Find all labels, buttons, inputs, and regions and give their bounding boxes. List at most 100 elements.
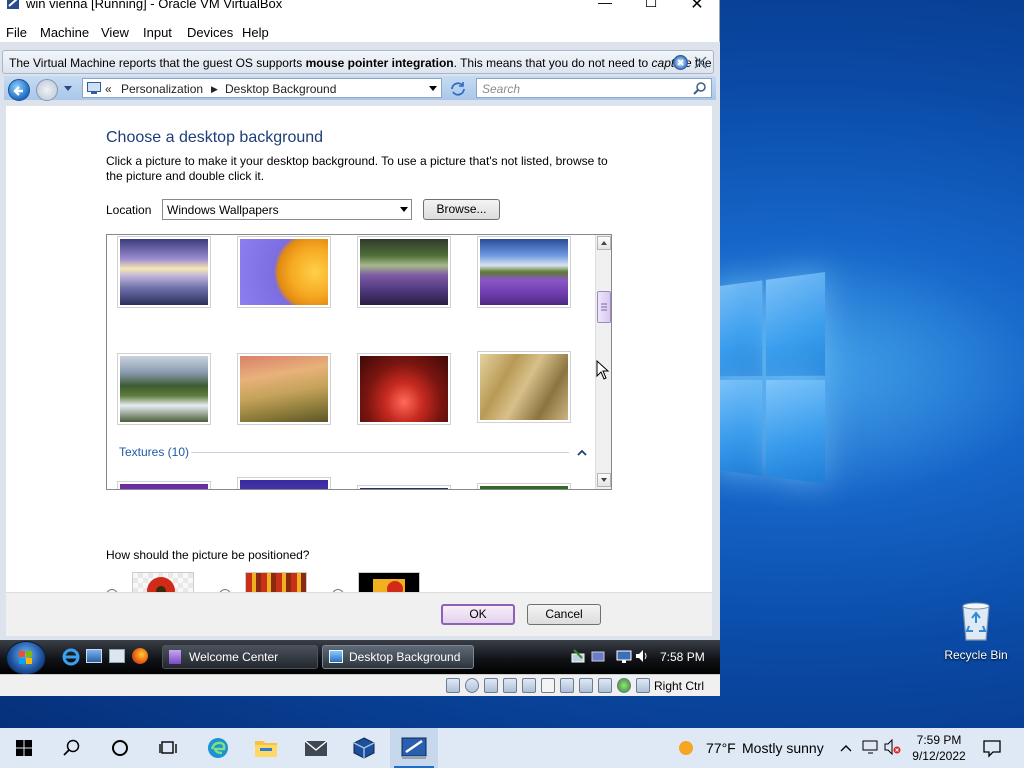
minimize-button[interactable]: —: [582, 0, 628, 14]
guest-display[interactable]: The Virtual Machine reports that the gue…: [0, 42, 720, 674]
virtualbox-vm-button[interactable]: [390, 728, 438, 768]
cortana-button[interactable]: [96, 728, 144, 768]
taskbar-desktop-background[interactable]: Desktop Background: [322, 645, 474, 669]
search-icon: [63, 739, 80, 756]
breadcrumb-separator-icon: ▶: [211, 84, 218, 94]
cancel-button[interactable]: Cancel: [527, 604, 601, 625]
wallpaper-thumbnail[interactable]: [117, 481, 211, 489]
wallpaper-thumbnail[interactable]: [477, 236, 571, 308]
hard-disk-status-icon[interactable]: [446, 678, 460, 693]
menu-devices[interactable]: Devices: [187, 25, 233, 40]
back-button[interactable]: [8, 79, 30, 101]
tray-network-icon[interactable]: [570, 648, 586, 667]
search-icon[interactable]: [693, 81, 707, 98]
menu-machine[interactable]: Machine: [40, 25, 89, 40]
host-key-label[interactable]: Right Ctrl: [654, 679, 704, 693]
file-explorer-button[interactable]: [242, 728, 290, 768]
virtualbox-manager-button[interactable]: [340, 728, 388, 768]
close-button[interactable]: ✕: [674, 0, 720, 14]
audio-status-icon[interactable]: [484, 678, 498, 693]
tray-display-icon[interactable]: [616, 648, 632, 667]
textures-group-label[interactable]: Textures (10): [119, 445, 189, 459]
vbox-status-bar: Right Ctrl: [0, 674, 720, 696]
mail-button[interactable]: [292, 728, 340, 768]
switch-windows-icon[interactable]: [109, 649, 125, 663]
wallpaper-thumbnail[interactable]: [237, 477, 331, 489]
firefox-icon[interactable]: [132, 648, 148, 664]
collapse-group-chevron-icon[interactable]: [577, 446, 587, 460]
recording-status-icon[interactable]: [579, 678, 593, 693]
explorer-navigation-bar: « Personalization ▶ Desktop Background S…: [4, 76, 716, 101]
wallpaper-thumbnail[interactable]: [357, 353, 451, 425]
address-dropdown-icon[interactable]: [429, 86, 437, 91]
tray-safely-remove-icon[interactable]: [590, 648, 606, 667]
menu-input[interactable]: Input: [143, 25, 172, 40]
address-bar[interactable]: « Personalization ▶ Desktop Background: [82, 78, 442, 98]
dialog-footer: OK Cancel: [6, 592, 712, 636]
wallpaper-thumbnail[interactable]: [357, 485, 451, 489]
volume-muted-icon[interactable]: [884, 738, 902, 758]
weather-temperature[interactable]: 77°F: [706, 740, 736, 756]
optical-drive-status-icon[interactable]: [465, 678, 479, 693]
recent-pages-chevron-icon[interactable]: [64, 86, 72, 91]
location-dropdown[interactable]: Windows Wallpapers: [162, 199, 412, 220]
breadcrumb-overflow[interactable]: «: [105, 82, 112, 96]
menu-file[interactable]: File: [6, 25, 27, 40]
breadcrumb-desktop-background[interactable]: Desktop Background: [225, 82, 336, 96]
tray-volume-icon[interactable]: [634, 648, 650, 667]
show-desktop-icon[interactable]: [86, 649, 102, 663]
vbox-window-title: win vienna [Running] - Oracle VM Virtual…: [26, 0, 283, 11]
wallpaper-thumbnail[interactable]: [237, 236, 331, 308]
virtualbox-window[interactable]: win vienna [Running] - Oracle VM Virtual…: [0, 0, 720, 696]
task-view-button[interactable]: [144, 728, 192, 768]
maximize-button[interactable]: ☐: [628, 0, 674, 14]
vista-start-orb[interactable]: [6, 641, 46, 674]
refresh-icon[interactable]: [448, 80, 468, 98]
forward-button[interactable]: [36, 79, 58, 101]
acceleration-status-icon[interactable]: [617, 678, 631, 693]
notice-close-icon[interactable]: [693, 55, 708, 70]
search-box[interactable]: Search: [476, 78, 712, 98]
page-instructions: Click a picture to make it your desktop …: [106, 154, 608, 183]
weather-sun-icon[interactable]: [676, 738, 696, 761]
wallpaper-thumbnail[interactable]: [117, 236, 211, 308]
vista-clock[interactable]: 7:58 PM: [660, 650, 705, 664]
edge-taskbar-button[interactable]: [194, 728, 242, 768]
vbox-titlebar[interactable]: win vienna [Running] - Oracle VM Virtual…: [0, 0, 719, 14]
breadcrumb-personalization[interactable]: Personalization: [121, 82, 203, 96]
scroll-up-icon[interactable]: [597, 236, 611, 250]
recycle-bin-icon: [958, 600, 994, 642]
wallpaper-gallery[interactable]: Textures (10): [106, 234, 612, 490]
scroll-down-icon[interactable]: [597, 473, 611, 487]
taskbar-welcome-center[interactable]: Welcome Center: [162, 645, 318, 669]
mouse-integration-status-icon[interactable]: [636, 678, 650, 693]
network-status-icon[interactable]: [503, 678, 517, 693]
show-hidden-icons-chevron-icon[interactable]: [840, 742, 852, 756]
recycle-bin[interactable]: Recycle Bin: [940, 600, 1012, 662]
weather-condition[interactable]: Mostly sunny: [742, 740, 824, 756]
network-tray-icon[interactable]: [862, 739, 880, 758]
system-clock[interactable]: 7:59 PM 9/12/2022: [912, 732, 966, 764]
menu-help[interactable]: Help: [242, 25, 269, 40]
wallpaper-thumbnail[interactable]: [477, 351, 571, 423]
control-panel-icon: [87, 82, 101, 97]
edge-icon: [208, 738, 228, 758]
search-placeholder: Search: [482, 82, 521, 96]
menu-view[interactable]: View: [101, 25, 129, 40]
browse-button[interactable]: Browse...: [423, 199, 500, 220]
start-button[interactable]: [0, 728, 48, 768]
ok-button[interactable]: OK: [441, 604, 515, 625]
shared-folders-status-icon[interactable]: [541, 678, 555, 693]
internet-explorer-icon[interactable]: [62, 648, 80, 669]
scroll-thumb[interactable]: [597, 291, 611, 323]
wallpaper-thumbnail[interactable]: [357, 236, 451, 308]
usb-status-icon[interactable]: [522, 678, 536, 693]
search-button[interactable]: [48, 728, 96, 768]
wallpaper-thumbnail[interactable]: [237, 353, 331, 425]
display-status-icon[interactable]: [560, 678, 574, 693]
wallpaper-thumbnail[interactable]: [117, 353, 211, 425]
notification-center-icon[interactable]: [982, 738, 1002, 761]
cpu-status-icon[interactable]: [598, 678, 612, 693]
notice-info-icon[interactable]: [673, 55, 688, 70]
wallpaper-thumbnail[interactable]: [477, 483, 571, 489]
